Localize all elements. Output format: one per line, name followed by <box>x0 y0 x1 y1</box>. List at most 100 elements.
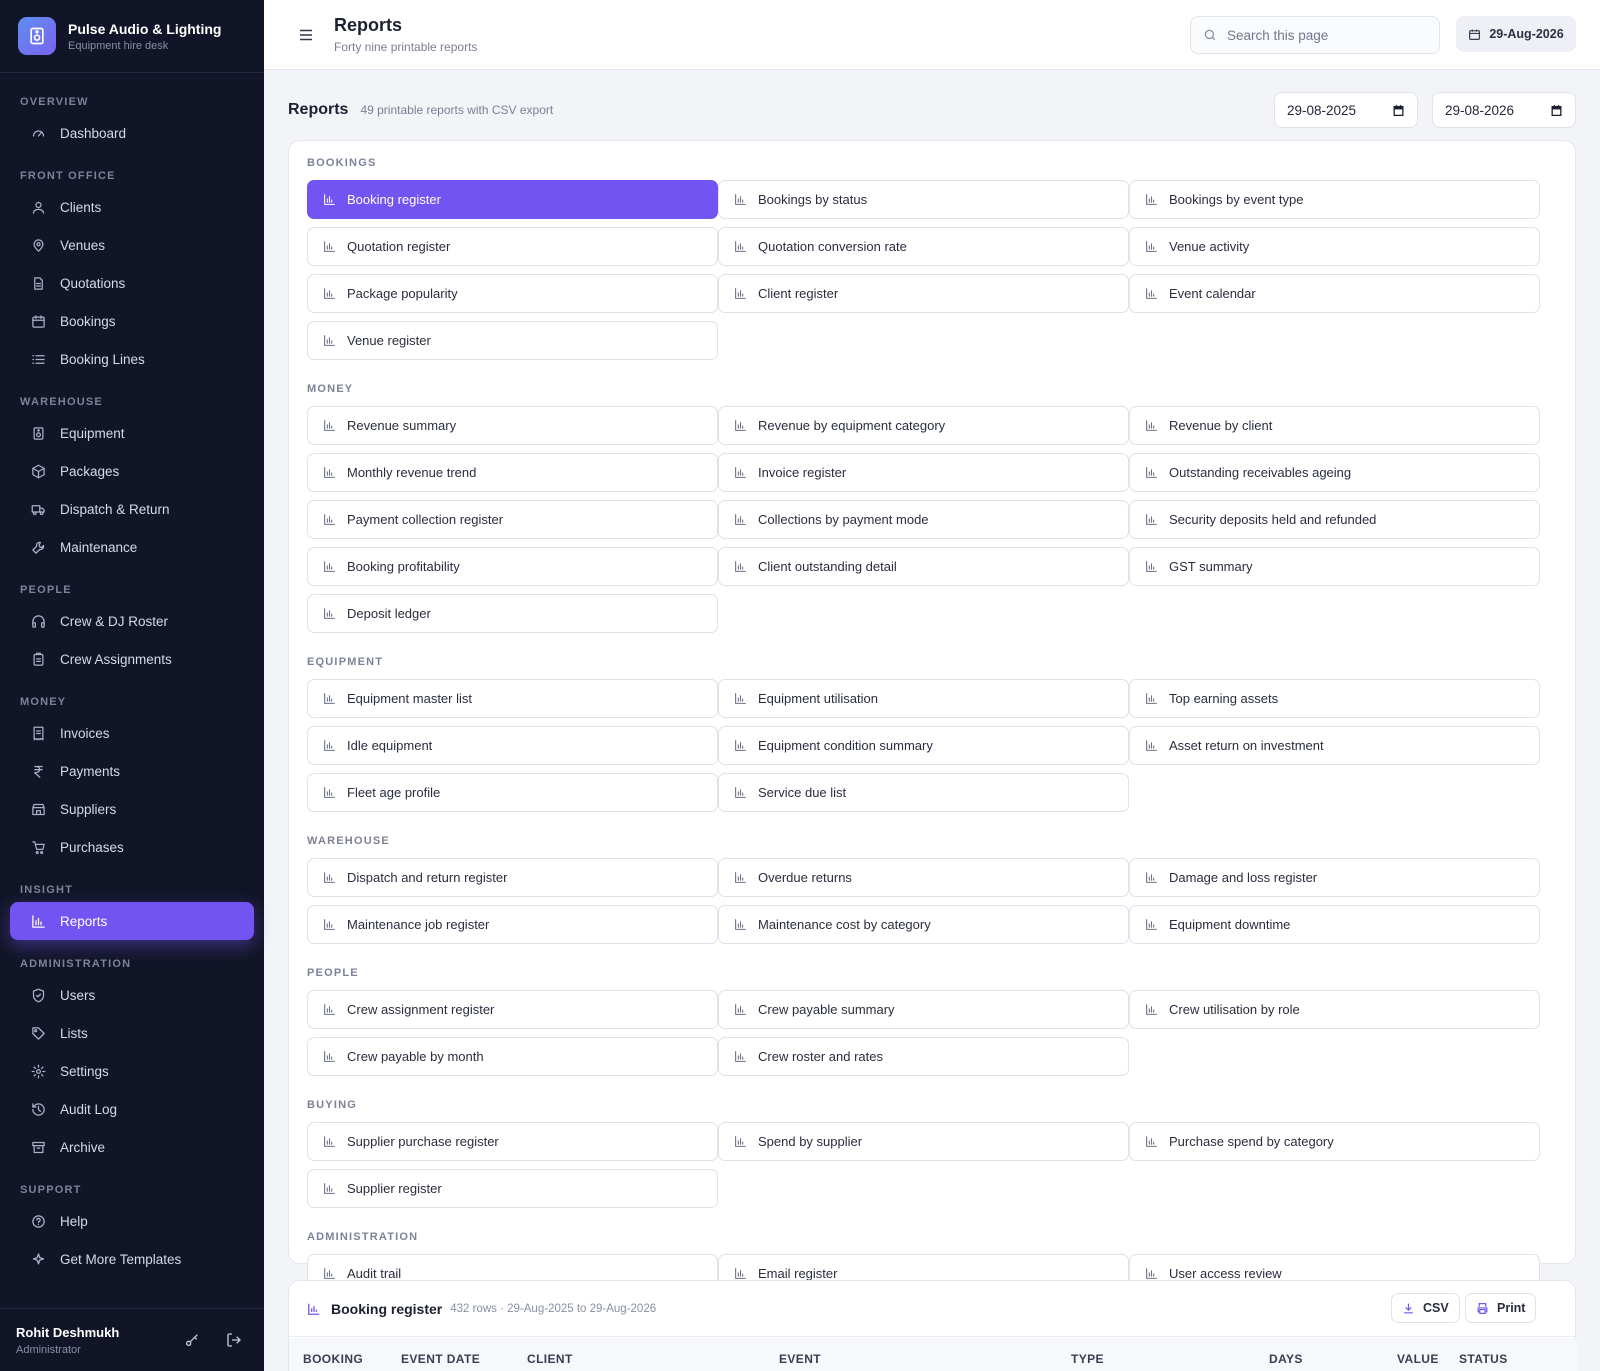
report-button-idle-equipment[interactable]: Idle equipment <box>307 726 718 765</box>
report-button-supplier-purchase-register[interactable]: Supplier purchase register <box>307 1122 718 1161</box>
report-button-invoice-register[interactable]: Invoice register <box>718 453 1129 492</box>
sidebar-item-help[interactable]: Help <box>10 1202 254 1240</box>
sidebar-item-reports[interactable]: Reports <box>10 902 254 940</box>
sidebar-item-equipment[interactable]: Equipment <box>10 414 254 452</box>
calendar-picker-icon[interactable] <box>1392 104 1405 117</box>
report-button-crew-assignment-register[interactable]: Crew assignment register <box>307 990 718 1029</box>
report-button-booking-profitability[interactable]: Booking profitability <box>307 547 718 586</box>
sidebar-item-invoices[interactable]: Invoices <box>10 714 254 752</box>
sidebar-item-lists[interactable]: Lists <box>10 1014 254 1052</box>
report-button-deposit-ledger[interactable]: Deposit ledger <box>307 594 718 633</box>
report-button-crew-utilisation-by-role[interactable]: Crew utilisation by role <box>1129 990 1540 1029</box>
report-button-venue-register[interactable]: Venue register <box>307 321 718 360</box>
date-from-input[interactable]: 29-08-2025 <box>1274 92 1418 128</box>
report-button-overdue-returns[interactable]: Overdue returns <box>718 858 1129 897</box>
column-header-client[interactable]: CLIENT <box>527 1352 573 1366</box>
report-button-bookings-by-event-type[interactable]: Bookings by event type <box>1129 180 1540 219</box>
report-button-service-due-list[interactable]: Service due list <box>718 773 1129 812</box>
report-label: Fleet age profile <box>347 785 441 800</box>
sidebar-item-users[interactable]: Users <box>10 976 254 1014</box>
report-button-supplier-register[interactable]: Supplier register <box>307 1169 718 1208</box>
bar-chart-icon <box>734 466 748 480</box>
sidebar-item-crew-and-dj-roster[interactable]: Crew & DJ Roster <box>10 602 254 640</box>
report-button-bookings-by-status[interactable]: Bookings by status <box>718 180 1129 219</box>
report-button-top-earning-assets[interactable]: Top earning assets <box>1129 679 1540 718</box>
sidebar-item-audit-log[interactable]: Audit Log <box>10 1090 254 1128</box>
sidebar-item-archive[interactable]: Archive <box>10 1128 254 1166</box>
report-button-venue-activity[interactable]: Venue activity <box>1129 227 1540 266</box>
sidebar-item-packages[interactable]: Packages <box>10 452 254 490</box>
column-header-days[interactable]: DAYS <box>1269 1352 1303 1366</box>
column-header-booking[interactable]: BOOKING <box>303 1352 363 1366</box>
sidebar-item-crew-assignments[interactable]: Crew Assignments <box>10 640 254 678</box>
report-button-equipment-master-list[interactable]: Equipment master list <box>307 679 718 718</box>
bar-chart-icon <box>323 1267 337 1281</box>
sidebar-item-settings[interactable]: Settings <box>10 1052 254 1090</box>
report-button-dispatch-and-return-register[interactable]: Dispatch and return register <box>307 858 718 897</box>
report-button-purchase-spend-by-category[interactable]: Purchase spend by category <box>1129 1122 1540 1161</box>
column-header-value[interactable]: VALUE <box>1397 1352 1439 1366</box>
report-button-maintenance-cost-by-category[interactable]: Maintenance cost by category <box>718 905 1129 944</box>
print-button[interactable]: Print <box>1465 1293 1537 1323</box>
report-button-gst-summary[interactable]: GST summary <box>1129 547 1540 586</box>
report-button-security-deposits-held-and-refunded[interactable]: Security deposits held and refunded <box>1129 500 1540 539</box>
key-icon[interactable] <box>178 1326 206 1354</box>
report-button-collections-by-payment-mode[interactable]: Collections by payment mode <box>718 500 1129 539</box>
report-button-client-register[interactable]: Client register <box>718 274 1129 313</box>
report-button-damage-and-loss-register[interactable]: Damage and loss register <box>1129 858 1540 897</box>
report-button-payment-collection-register[interactable]: Payment collection register <box>307 500 718 539</box>
sidebar-item-label: Settings <box>60 1063 109 1079</box>
report-button-asset-return-on-investment[interactable]: Asset return on investment <box>1129 726 1540 765</box>
sidebar-item-maintenance[interactable]: Maintenance <box>10 528 254 566</box>
sidebar-item-get-more-templates[interactable]: Get More Templates <box>10 1240 254 1278</box>
sidebar-item-purchases[interactable]: Purchases <box>10 828 254 866</box>
printer-icon <box>1476 1302 1489 1315</box>
calendar-picker-icon[interactable] <box>1550 104 1563 117</box>
today-date-chip[interactable]: 29-Aug-2026 <box>1456 16 1576 52</box>
sidebar-item-booking-lines[interactable]: Booking Lines <box>10 340 254 378</box>
sidebar-item-suppliers[interactable]: Suppliers <box>10 790 254 828</box>
report-button-revenue-by-client[interactable]: Revenue by client <box>1129 406 1540 445</box>
date-to-input[interactable]: 29-08-2026 <box>1432 92 1576 128</box>
column-header-type[interactable]: TYPE <box>1071 1352 1104 1366</box>
report-button-equipment-condition-summary[interactable]: Equipment condition summary <box>718 726 1129 765</box>
sidebar-item-clients[interactable]: Clients <box>10 188 254 226</box>
column-header-event[interactable]: EVENT <box>779 1352 821 1366</box>
report-button-equipment-downtime[interactable]: Equipment downtime <box>1129 905 1540 944</box>
report-label: Overdue returns <box>758 870 852 885</box>
sidebar-item-quotations[interactable]: Quotations <box>10 264 254 302</box>
search-input[interactable]: Search this page <box>1190 16 1440 54</box>
report-button-spend-by-supplier[interactable]: Spend by supplier <box>718 1122 1129 1161</box>
report-button-event-calendar[interactable]: Event calendar <box>1129 274 1540 313</box>
report-button-monthly-revenue-trend[interactable]: Monthly revenue trend <box>307 453 718 492</box>
sidebar-item-bookings[interactable]: Bookings <box>10 302 254 340</box>
csv-export-button[interactable]: CSV <box>1391 1293 1460 1323</box>
report-button-equipment-utilisation[interactable]: Equipment utilisation <box>718 679 1129 718</box>
report-button-quotation-conversion-rate[interactable]: Quotation conversion rate <box>718 227 1129 266</box>
sidebar-item-payments[interactable]: Payments <box>10 752 254 790</box>
report-button-crew-roster-and-rates[interactable]: Crew roster and rates <box>718 1037 1129 1076</box>
sidebar-item-label: Clients <box>60 199 102 215</box>
sidebar-item-label: Maintenance <box>60 539 138 555</box>
report-button-package-popularity[interactable]: Package popularity <box>307 274 718 313</box>
bar-chart-icon <box>1145 692 1159 706</box>
report-button-booking-register[interactable]: Booking register <box>307 180 718 219</box>
sidebar-item-venues[interactable]: Venues <box>10 226 254 264</box>
report-button-crew-payable-summary[interactable]: Crew payable summary <box>718 990 1129 1029</box>
column-header-event-date[interactable]: EVENT DATE <box>401 1352 480 1366</box>
bar-chart-icon <box>1145 1135 1159 1149</box>
report-button-fleet-age-profile[interactable]: Fleet age profile <box>307 773 718 812</box>
report-button-outstanding-receivables-ageing[interactable]: Outstanding receivables ageing <box>1129 453 1540 492</box>
report-button-crew-payable-by-month[interactable]: Crew payable by month <box>307 1037 718 1076</box>
report-button-revenue-summary[interactable]: Revenue summary <box>307 406 718 445</box>
menu-icon[interactable] <box>292 21 320 49</box>
report-button-revenue-by-equipment-category[interactable]: Revenue by equipment category <box>718 406 1129 445</box>
sidebar-item-dashboard[interactable]: Dashboard <box>10 114 254 152</box>
column-header-status[interactable]: STATUS <box>1459 1352 1508 1366</box>
report-button-maintenance-job-register[interactable]: Maintenance job register <box>307 905 718 944</box>
report-button-quotation-register[interactable]: Quotation register <box>307 227 718 266</box>
sidebar-item-dispatch-and-return[interactable]: Dispatch & Return <box>10 490 254 528</box>
nav-section-title: SUPPORT <box>20 1184 82 1196</box>
report-button-client-outstanding-detail[interactable]: Client outstanding detail <box>718 547 1129 586</box>
logout-icon[interactable] <box>220 1326 248 1354</box>
